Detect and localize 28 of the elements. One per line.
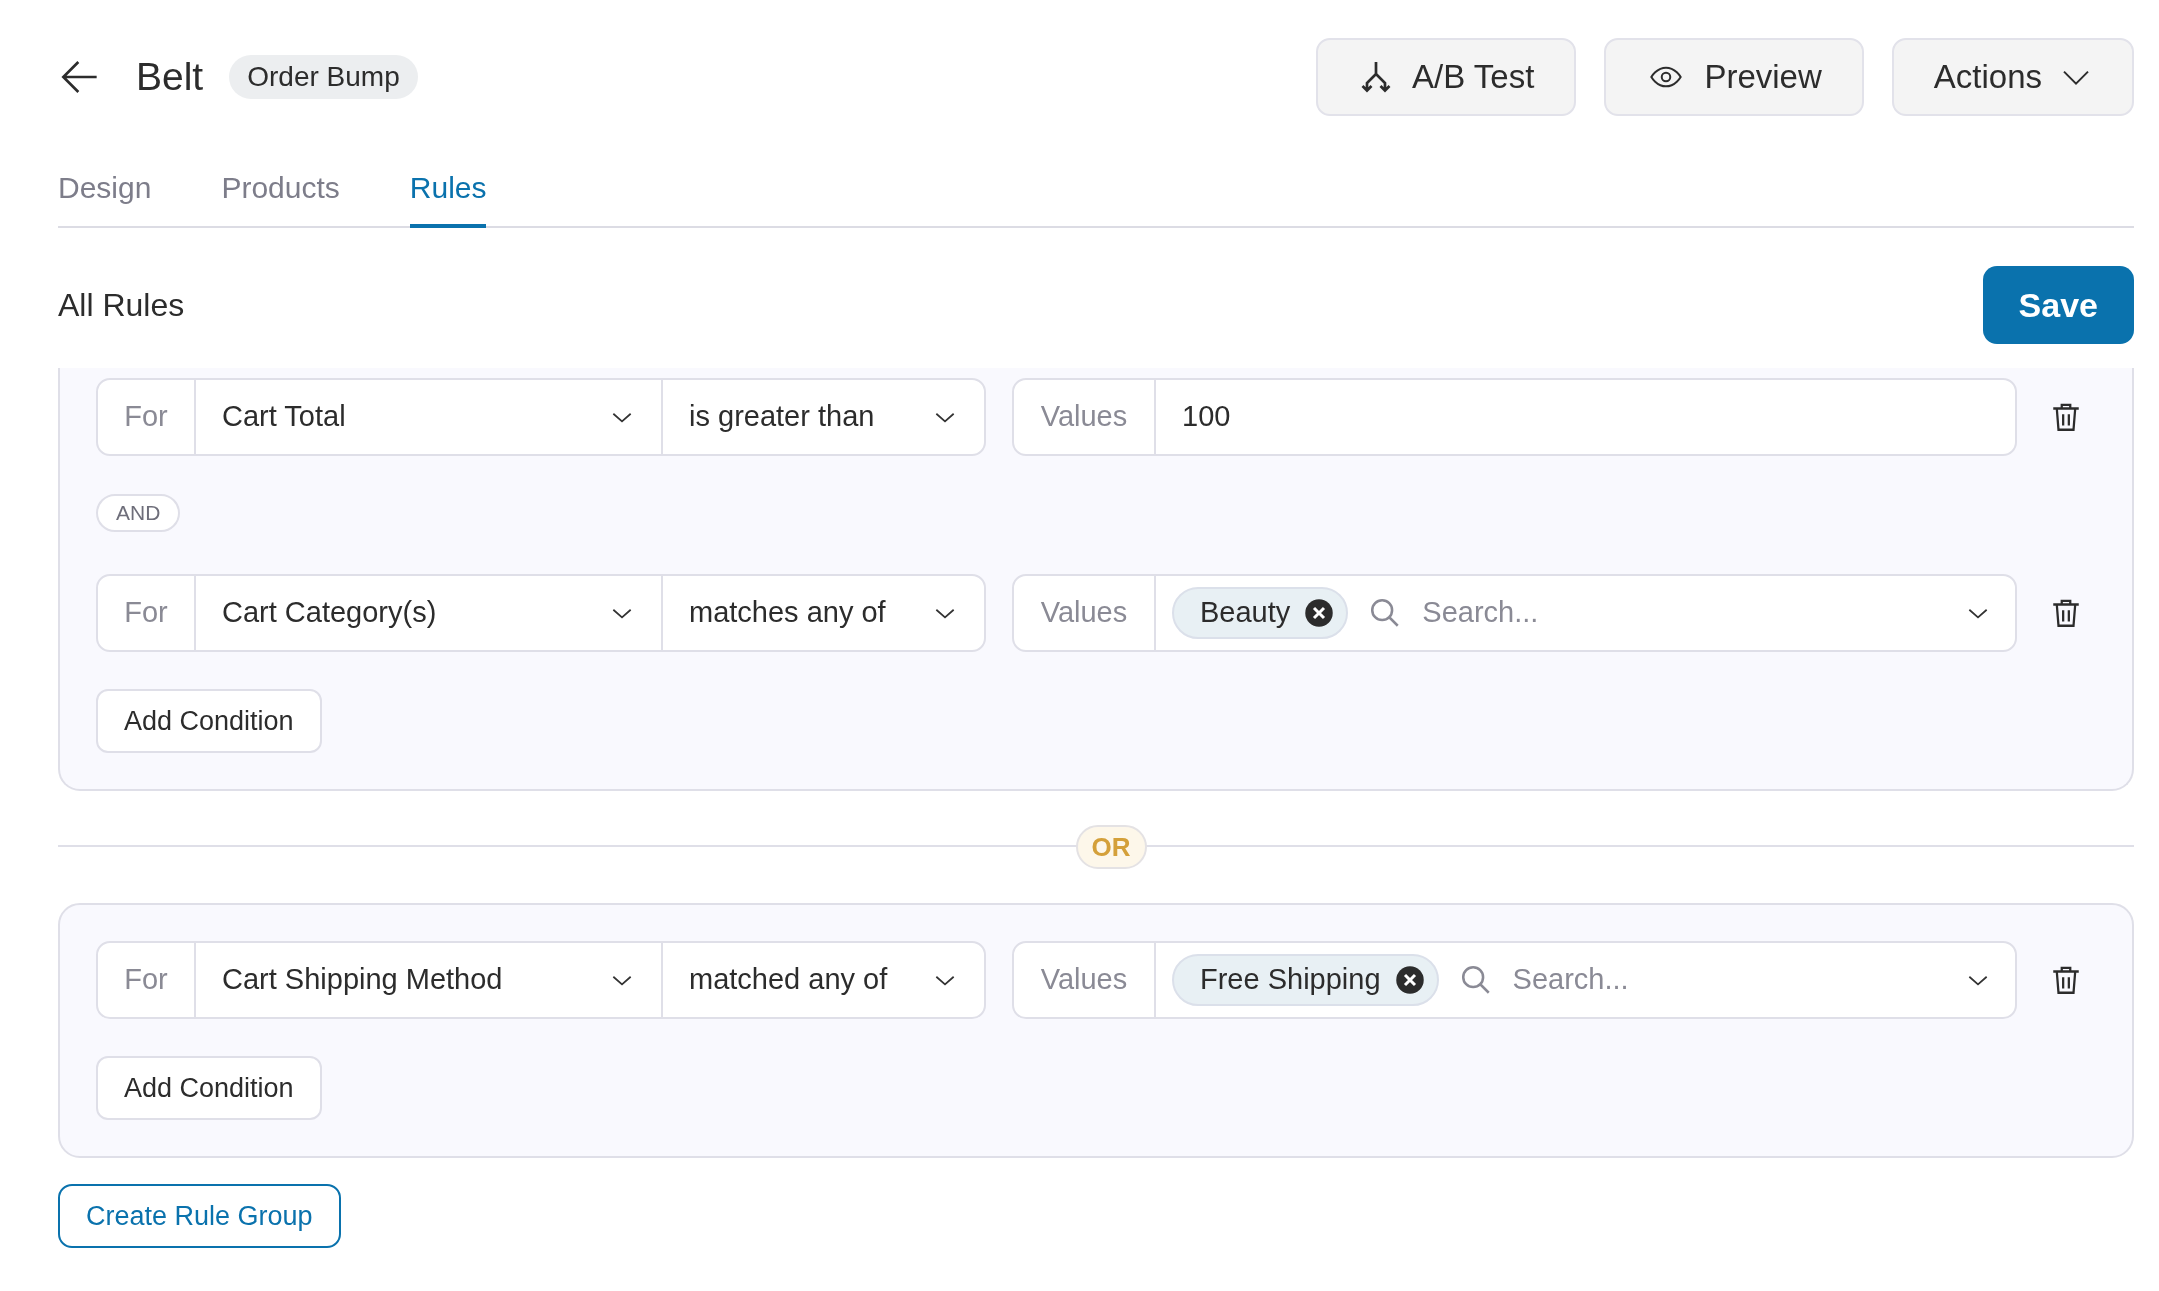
actions-button[interactable]: Actions <box>1891 38 2134 116</box>
values-label: Values <box>1014 380 1156 454</box>
search-input[interactable]: Search... <box>1512 958 1945 1002</box>
add-condition-button[interactable]: Add Condition <box>96 1056 322 1120</box>
add-condition-button[interactable]: Add Condition <box>96 689 322 753</box>
preview-button[interactable]: Preview <box>1604 38 1864 116</box>
save-button[interactable]: Save <box>1982 266 2134 344</box>
and-badge: AND <box>96 494 181 532</box>
type-badge: Order Bump <box>229 55 418 99</box>
values-field[interactable]: Values Beauty Search... <box>1012 574 2017 652</box>
tab[interactable]: Rules <box>409 165 487 228</box>
remove-tag-icon[interactable] <box>1394 965 1425 995</box>
remove-tag-icon[interactable] <box>1304 598 1335 628</box>
values-field[interactable]: Values Free Shipping Search... <box>1012 941 2017 1019</box>
value-input[interactable]: 100 <box>1156 380 2015 454</box>
values-field[interactable]: Values 100 <box>1012 378 2017 456</box>
ab-test-button[interactable]: A/B Test <box>1316 38 1577 116</box>
tag-label: Beauty <box>1200 595 1291 631</box>
values-label: Values <box>1014 576 1156 650</box>
tag-label: Free Shipping <box>1200 962 1381 998</box>
tab[interactable]: Products <box>221 165 340 228</box>
section-title: All Rules <box>58 286 185 325</box>
page-title: Belt <box>136 53 204 100</box>
search-input[interactable]: Search... <box>1422 591 1945 635</box>
or-badge: OR <box>1075 825 1147 869</box>
create-rule-group-button[interactable]: Create Rule Group <box>58 1184 341 1248</box>
values-label: Values <box>1014 943 1156 1017</box>
tab[interactable]: Design <box>58 165 152 228</box>
